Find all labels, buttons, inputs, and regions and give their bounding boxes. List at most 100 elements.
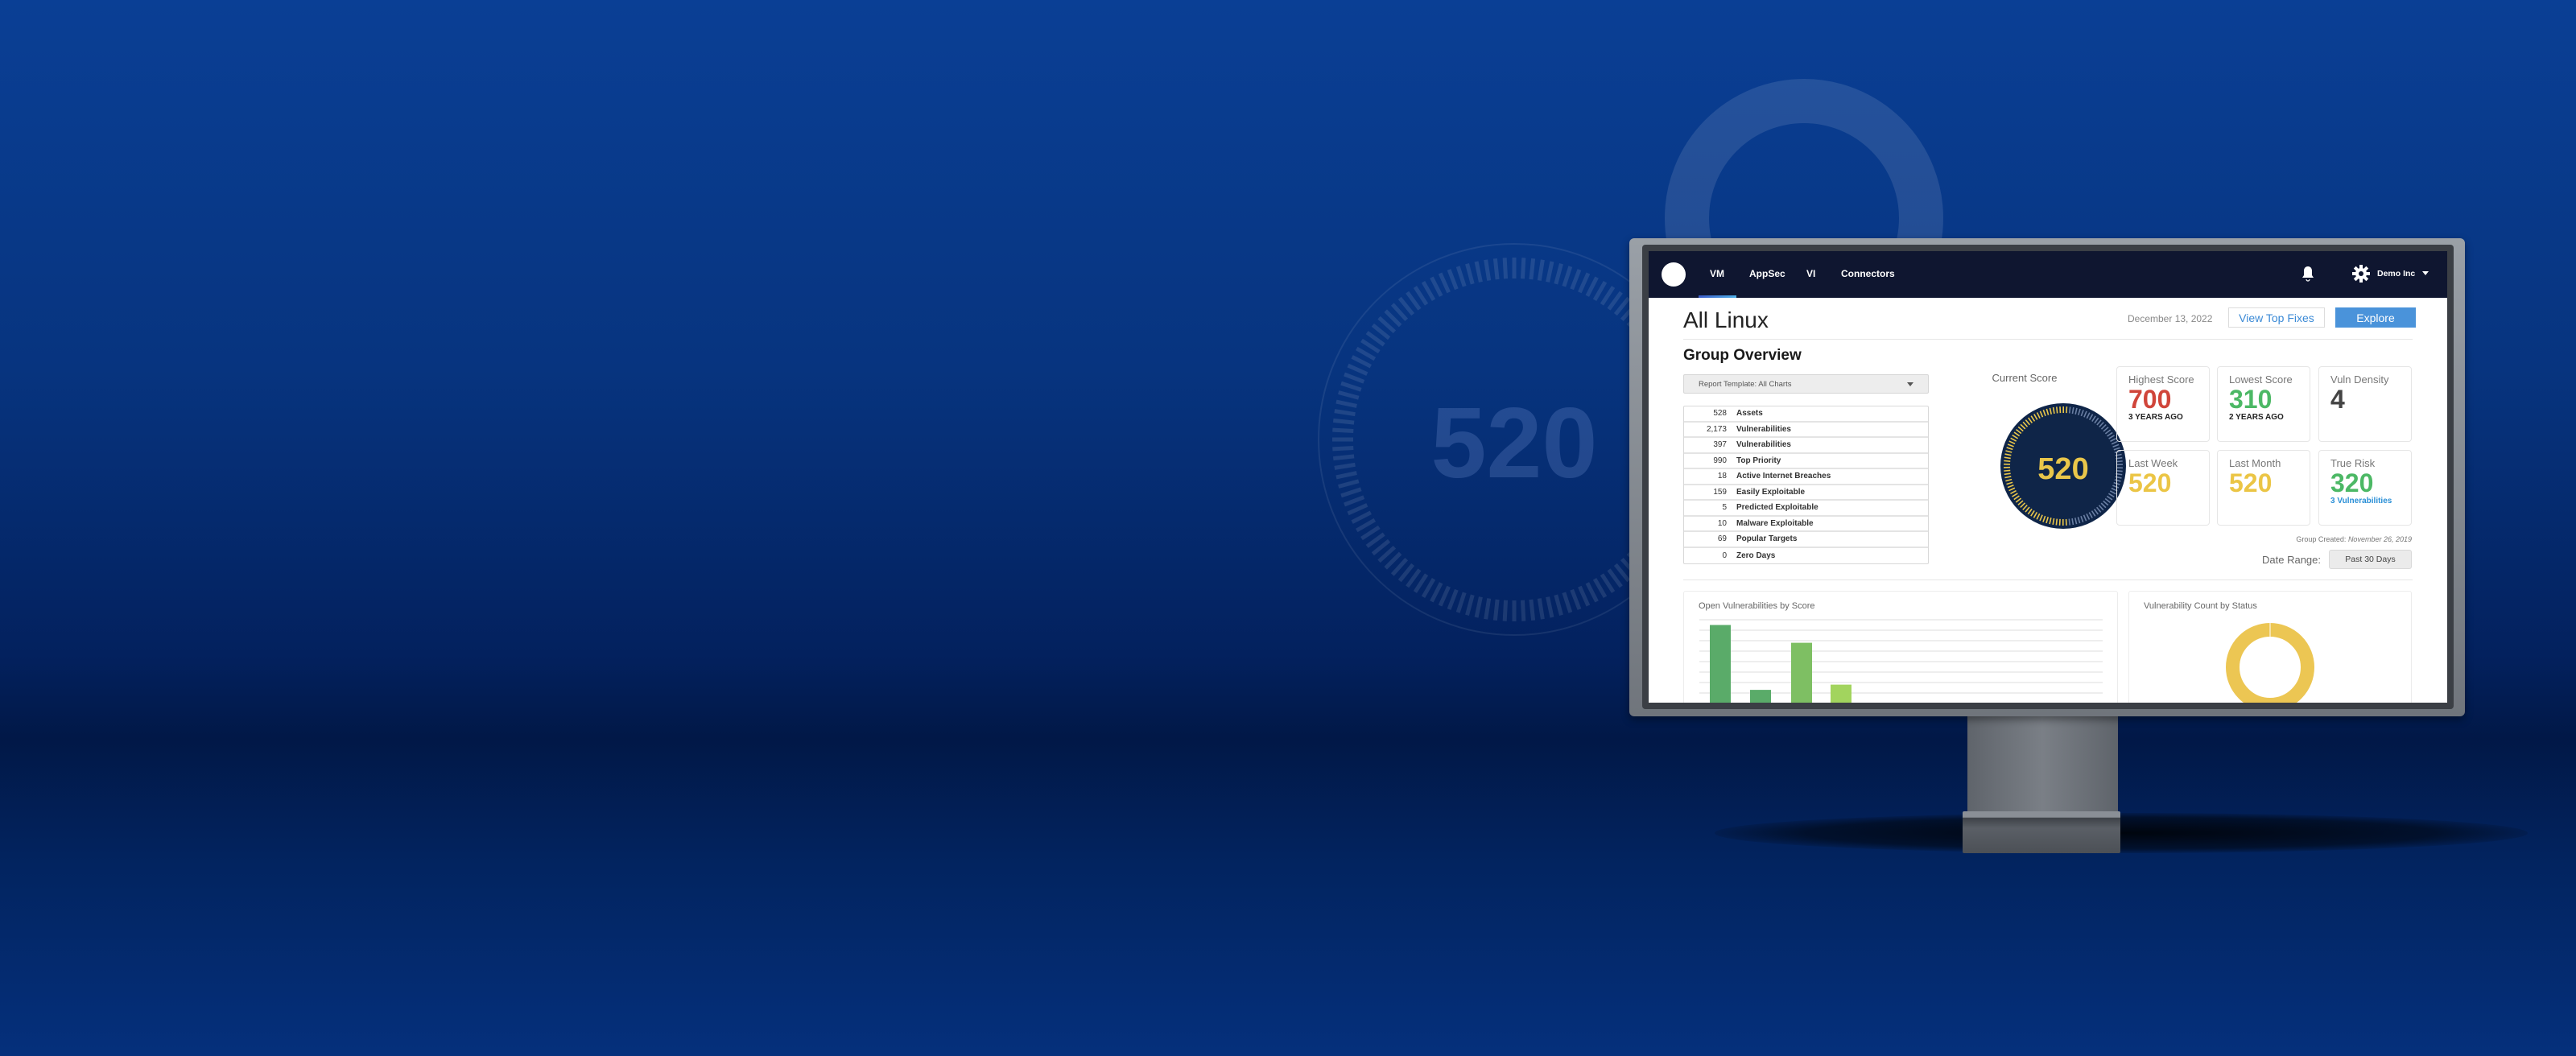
- stat-card[interactable]: Last Week 520: [2116, 450, 2210, 526]
- bg-gauge-tick: [1430, 276, 1443, 297]
- date-range-button[interactable]: Past 30 Days: [2329, 550, 2412, 569]
- logo[interactable]: [1662, 262, 1686, 287]
- stat-card-subtext: 3 Vulnerabilities: [2330, 497, 2392, 505]
- row-count: 0: [1722, 551, 1727, 560]
- table-row[interactable]: 5 Predicted Exploitable: [1684, 501, 1928, 517]
- stat-card-value: 700: [2128, 385, 2172, 414]
- chevron-down-icon[interactable]: [2422, 271, 2429, 275]
- header-divider: [1683, 339, 2413, 340]
- tab-vm[interactable]: VM: [1710, 268, 1724, 279]
- table-row[interactable]: 159 Easily Exploitable: [1684, 485, 1928, 501]
- stat-card-value: 310: [2229, 385, 2273, 414]
- stat-card-label: Vuln Density: [2330, 373, 2389, 386]
- table-row[interactable]: 0 Zero Days: [1684, 548, 1928, 564]
- row-count: 5: [1722, 503, 1727, 513]
- bg-gauge-tick: [1578, 585, 1591, 607]
- row-count: 18: [1717, 472, 1727, 481]
- stat-card-label: Last Month: [2229, 457, 2281, 469]
- bg-gauge-tick: [1570, 588, 1582, 610]
- bell-icon[interactable]: [2301, 266, 2314, 282]
- stat-card-label: True Risk: [2330, 457, 2376, 469]
- report-template-select[interactable]: Report Template: All Charts: [1683, 374, 1929, 394]
- bg-gauge-tick: [1520, 258, 1526, 279]
- bg-gauge-tick: [1592, 577, 1608, 598]
- stat-card[interactable]: Last Month 520: [2217, 450, 2310, 526]
- account-menu[interactable]: Demo Inc: [2377, 269, 2415, 278]
- active-tab-indicator: [1699, 295, 1736, 298]
- tab-appsec[interactable]: AppSec: [1749, 268, 1785, 279]
- section-heading: Group Overview: [1683, 347, 1802, 364]
- row-count: 990: [1713, 456, 1727, 465]
- tab-vi[interactable]: VI: [1806, 268, 1815, 279]
- bg-gauge-tick: [1465, 594, 1475, 616]
- bg-gauge-tick: [1554, 263, 1563, 285]
- bg-gauge-tick: [1537, 598, 1545, 620]
- stat-card-value: 520: [2128, 468, 2172, 497]
- bg-gauge-tick: [1562, 266, 1573, 287]
- row-label: Easily Exploitable: [1736, 487, 1806, 497]
- table-row[interactable]: 397 Vulnerabilities: [1684, 438, 1928, 454]
- stat-card-subtext: 2 YEARS AGO: [2229, 413, 2284, 422]
- bg-gauge-tick: [1600, 286, 1616, 306]
- monitor-stand: [1967, 715, 2118, 813]
- table-row[interactable]: 528 Assets: [1684, 406, 1928, 423]
- donut-chart: [2226, 622, 2314, 703]
- bg-gauge-tick: [1360, 525, 1381, 541]
- bg-gauge-tick: [1421, 577, 1436, 598]
- explore-button[interactable]: Explore: [2335, 307, 2416, 328]
- gear-icon[interactable]: [2352, 265, 2370, 283]
- table-row[interactable]: 10 Malware Exploitable: [1684, 517, 1928, 532]
- bg-gauge-tick: [1351, 510, 1372, 524]
- table-row[interactable]: 69 Popular Targets: [1684, 532, 1928, 548]
- stat-card[interactable]: True Risk 320 3 Vulnerabilities: [2318, 450, 2412, 526]
- row-label: Malware Exploitable: [1736, 518, 1814, 528]
- view-top-fixes-button[interactable]: View Top Fixes: [2228, 307, 2325, 328]
- monitor-screen: VM AppSec VI Connectors Demo Inc All Lin…: [1649, 251, 2447, 703]
- bg-gauge-tick: [1554, 594, 1563, 616]
- bg-gauge-tick: [1520, 600, 1526, 621]
- bg-gauge-tick: [1484, 598, 1492, 620]
- bar-chart: [1699, 619, 2103, 703]
- donut-chart-panel: Vulnerability Count by Status: [2128, 591, 2412, 703]
- bg-gauge-tick: [1421, 281, 1436, 302]
- bg-gauge-tick: [1360, 338, 1381, 354]
- bg-gauge-tick: [1347, 363, 1368, 376]
- group-created-label: Group Created:: [2296, 535, 2347, 543]
- current-score-value: 520: [2037, 452, 2089, 486]
- row-count: 528: [1713, 409, 1727, 419]
- bg-gauge-tick: [1474, 261, 1483, 283]
- bg-gauge-tick: [1529, 599, 1536, 621]
- row-count: 397: [1713, 440, 1727, 450]
- bg-gauge-tick: [1447, 269, 1459, 291]
- stat-card[interactable]: Vuln Density 4: [2318, 366, 2412, 442]
- stat-card[interactable]: Lowest Score 310 2 YEARS AGO: [2217, 366, 2310, 442]
- stat-card-label: Highest Score: [2128, 373, 2194, 386]
- bg-gauge-tick: [1600, 573, 1616, 593]
- bg-gauge-tick: [1351, 355, 1372, 369]
- gauge-tick: [2055, 406, 2058, 414]
- stat-card-label: Last Week: [2128, 457, 2178, 469]
- table-row[interactable]: 990 Top Priority: [1684, 454, 1928, 469]
- row-label: Predicted Exploitable: [1736, 503, 1818, 513]
- stat-card[interactable]: Highest Score 700 3 YEARS AGO: [2116, 366, 2210, 442]
- report-template-value: Report Template: All Charts: [1699, 380, 1792, 389]
- row-count: 159: [1713, 487, 1727, 497]
- bg-gauge-tick: [1344, 372, 1365, 384]
- stat-card-label: Lowest Score: [2229, 373, 2293, 386]
- bg-gauge-tick: [1438, 272, 1451, 294]
- table-row[interactable]: 18 Active Internet Breaches: [1684, 469, 1928, 485]
- bg-gauge-tick: [1562, 592, 1573, 613]
- row-label: Zero Days: [1736, 551, 1776, 560]
- tab-connectors[interactable]: Connectors: [1841, 268, 1895, 279]
- bg-gauge-tick: [1492, 599, 1500, 621]
- bar: [1710, 625, 1731, 703]
- table-row[interactable]: 2,173 Vulnerabilities: [1684, 423, 1928, 438]
- bg-gauge-tick: [1455, 266, 1467, 287]
- gauge-tick: [2055, 518, 2058, 526]
- current-score-label: Current Score: [1992, 372, 2058, 384]
- bar-chart-panel: Open Vulnerabilities by Score: [1683, 591, 2118, 703]
- bg-gauge-tick: [1492, 258, 1500, 280]
- bar: [1791, 642, 1812, 703]
- bg-gauge-tick: [1474, 596, 1483, 618]
- row-label: Vulnerabilities: [1736, 440, 1791, 450]
